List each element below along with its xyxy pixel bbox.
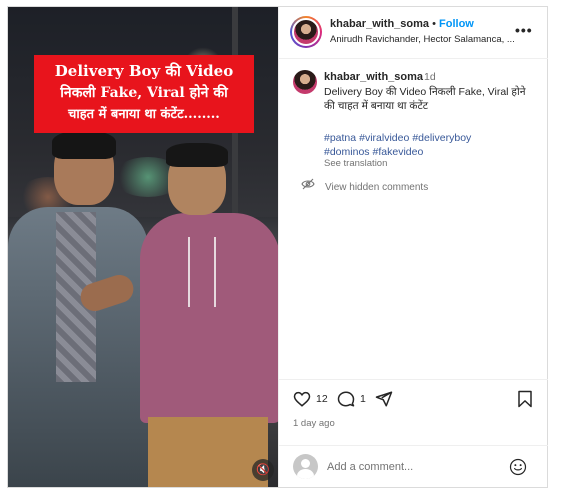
person-right-pants	[148, 417, 268, 487]
person-right-hair	[166, 143, 228, 167]
post-video[interactable]: Delivery Boy की Video निकली Fake, Viral …	[8, 7, 278, 487]
person-right-hoodie	[140, 213, 278, 423]
like-count[interactable]: 12	[316, 393, 328, 405]
comment-count[interactable]: 1	[360, 393, 366, 405]
caption-line: चाहत में बनाया था कंटेंट........	[68, 107, 220, 122]
username-link[interactable]: khabar_with_soma	[330, 18, 429, 30]
heart-icon[interactable]	[293, 390, 311, 408]
more-horizontal-icon[interactable]: •••	[515, 22, 533, 38]
hashtag-link[interactable]: #patna	[324, 132, 356, 144]
post-header: khabar_with_soma • Follow Anirudh Ravich…	[279, 7, 548, 59]
hashtag-link[interactable]: #dominos	[324, 146, 370, 158]
add-comment-bar	[279, 445, 548, 487]
caption-line: Delivery Boy की Video	[54, 62, 234, 80]
hidden-comments-label: View hidden comments	[325, 182, 429, 193]
share-icon[interactable]	[375, 390, 393, 408]
hashtag-link[interactable]: #deliveryboy	[412, 132, 471, 144]
comment-icon[interactable]	[337, 390, 355, 408]
separator-dot: •	[432, 18, 436, 30]
audio-attribution[interactable]: Anirudh Ravichander, Hector Salamanca, .…	[330, 34, 520, 45]
header-username-row: khabar_with_soma • Follow	[330, 18, 474, 30]
comment-input[interactable]	[327, 457, 497, 477]
emoji-icon[interactable]	[509, 458, 527, 476]
hashtag-link[interactable]: #fakevideo	[373, 146, 424, 158]
hashtag-list: #patna #viralvideo #deliveryboy #dominos #f…	[324, 131, 534, 159]
caption-line: निकली Fake, Viral होने की	[60, 85, 228, 101]
person-left-hair	[52, 131, 116, 159]
hashtag-link[interactable]: #viralvideo	[359, 132, 409, 144]
eye-off-icon	[301, 178, 315, 193]
avatar[interactable]	[290, 16, 322, 48]
avatar	[293, 454, 318, 479]
video-caption-overlay: Delivery Boy की Video निकली Fake, Viral …	[34, 55, 254, 133]
speaker-muted-icon[interactable]: 🔇	[252, 459, 274, 481]
post-sidebar: khabar_with_soma • Follow Anirudh Ravich…	[278, 7, 548, 487]
instagram-post-modal: Delivery Boy की Video निकली Fake, Viral …	[7, 6, 548, 488]
hoodie-string	[214, 237, 216, 307]
caption-text: Delivery Boy की Video निकली Fake, Viral …	[324, 86, 526, 112]
save-icon[interactable]	[517, 390, 533, 408]
view-hidden-comments[interactable]: View hidden comments	[301, 178, 428, 193]
caption-timestamp[interactable]: 1d	[424, 71, 436, 83]
post-date[interactable]: 1 day ago	[293, 418, 335, 429]
caption-username[interactable]: khabar_with_soma	[324, 71, 423, 83]
see-translation-link[interactable]: See translation	[324, 158, 387, 169]
caption-avatar[interactable]	[293, 70, 317, 94]
follow-button[interactable]: Follow	[439, 18, 474, 30]
hoodie-string	[188, 237, 190, 307]
